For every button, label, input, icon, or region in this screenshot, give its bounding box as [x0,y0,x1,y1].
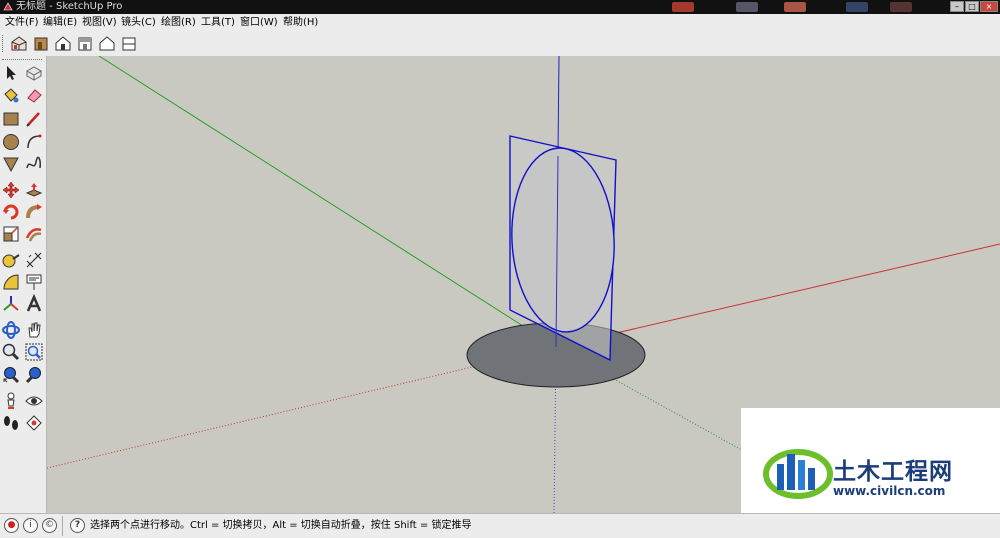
section-plane-icon[interactable] [24,413,44,433]
menu-file[interactable]: 文件(F) [5,14,39,31]
menu-draw[interactable]: 绘图(R) [161,14,196,31]
pan-icon[interactable] [24,320,44,340]
taskbar-decoration [846,2,868,12]
civilcn-logo-icon [763,449,833,499]
eraser-icon[interactable] [24,85,44,105]
views-toolbar [0,31,1000,57]
iso-view-icon[interactable] [9,34,29,53]
freehand-icon[interactable] [24,154,44,174]
taskbar-decoration [736,2,758,12]
scale-icon[interactable] [1,224,21,244]
toolbar-grip[interactable] [2,35,6,52]
red-axis [555,243,1000,348]
sketchup-logo-icon [3,2,13,11]
orbit-icon[interactable] [1,320,21,340]
text-icon[interactable] [24,272,44,292]
component-icon[interactable] [24,63,44,83]
site-watermark: 土木工程网 www.civilcn.com [741,408,1000,513]
front-view-icon[interactable] [31,34,51,53]
status-message: 选择两个点进行移动。Ctrl = 切换拷贝，Alt = 切换自动折叠，按住 Sh… [90,520,472,531]
zoom-extents-icon[interactable] [1,365,21,385]
3d-text-icon[interactable] [24,294,44,314]
position-camera-icon[interactable] [1,391,21,411]
axes-icon[interactable] [1,294,21,314]
walk-icon[interactable] [1,413,21,433]
right-view-icon[interactable] [53,34,73,53]
arc-icon[interactable] [24,132,44,152]
paint-bucket-icon[interactable] [1,85,21,105]
menu-window[interactable]: 窗口(W) [240,14,278,31]
circle-icon[interactable] [1,132,21,152]
taskbar-decoration [784,2,806,12]
maximize-button[interactable]: □ [965,1,979,12]
geo-location-icon[interactable]: ● [4,518,19,533]
help-icon[interactable]: ? [70,518,85,533]
offset-icon[interactable] [24,224,44,244]
move-icon[interactable] [1,180,21,200]
watermark-name: 土木工程网 [833,459,953,485]
credits-icon[interactable]: i [23,518,38,533]
line-icon[interactable] [24,109,44,129]
push-pull-icon[interactable] [24,180,44,200]
menu-bar: 文件(F) 编辑(E) 视图(V) 镜头(C) 绘图(R) 工具(T) 窗口(W… [0,14,1000,32]
previous-view-icon[interactable] [24,365,44,385]
minimize-button[interactable]: – [950,1,964,12]
left-view-icon[interactable] [119,34,139,53]
protractor-icon[interactable] [1,272,21,292]
dimension-icon[interactable] [24,250,44,270]
polygon-icon[interactable] [1,154,21,174]
status-divider [62,516,63,536]
menu-help[interactable]: 帮助(H) [283,14,318,31]
select-icon[interactable] [1,63,21,83]
rotate-icon[interactable] [1,202,21,222]
copyright-icon[interactable]: © [42,518,57,533]
top-view-icon[interactable] [97,34,117,53]
follow-me-icon[interactable] [24,202,44,222]
menu-edit[interactable]: 编辑(E) [43,14,77,31]
watermark-url: www.civilcn.com [833,484,946,498]
green-axis [98,56,557,348]
rectangle-icon[interactable] [1,109,21,129]
taskbar-decoration [890,2,912,12]
window-title: 无标题 - SketchUp Pro [16,1,123,12]
title-bar: 无标题 - SketchUp Pro – □ × [0,0,1000,14]
taskbar-decoration [672,2,694,12]
look-around-icon[interactable] [24,391,44,411]
menu-view[interactable]: 视图(V) [82,14,117,31]
palette-grip[interactable] [2,59,42,62]
tool-palette [0,56,47,513]
status-bar: ● i © ? 选择两个点进行移动。Ctrl = 切换拷贝，Alt = 切换自动… [0,513,1000,538]
zoom-window-icon[interactable] [24,342,44,362]
close-button[interactable]: × [980,1,998,12]
zoom-icon[interactable] [1,342,21,362]
menu-camera[interactable]: 镜头(C) [121,14,156,31]
back-view-icon[interactable] [75,34,95,53]
tape-measure-icon[interactable] [1,250,21,270]
menu-tools[interactable]: 工具(T) [201,14,235,31]
